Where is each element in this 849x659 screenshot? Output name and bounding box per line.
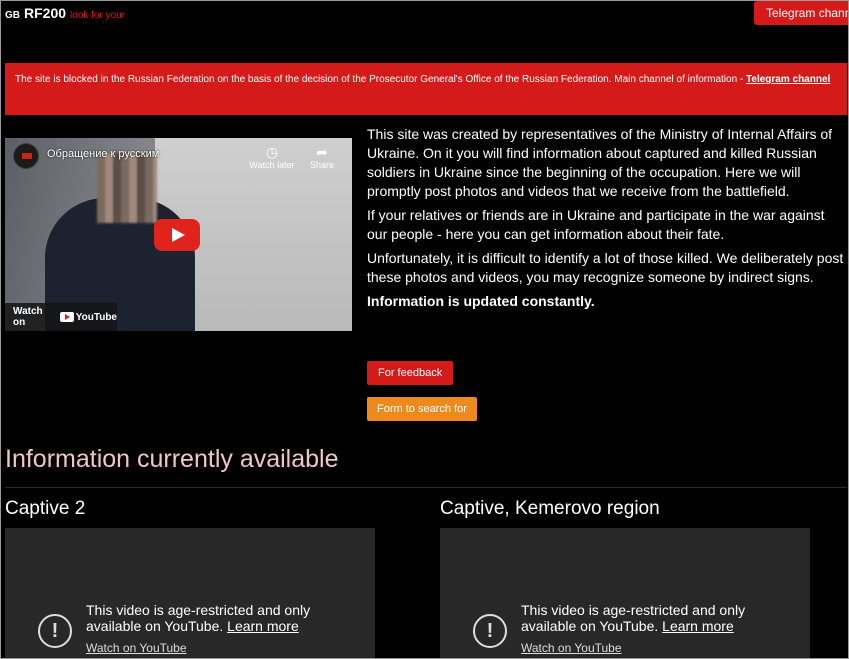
exclamation-icon: ! [38,614,72,648]
top-header: GB RF200 look for your Telegram channel [1,1,848,31]
age-restricted-message: This video is age-restricted and only av… [521,602,746,634]
share-arrow-icon: ➦ [316,144,328,160]
card-title-captive-2: Captive 2 [5,498,86,519]
watch-on-label: Watch on [13,306,43,328]
youtube-logo-icon: YouTube [59,311,117,323]
youtube-video-embed[interactable]: Обращение к русским ◷ Watch later ➦ Shar… [5,138,352,331]
channel-avatar-icon[interactable] [13,143,39,169]
share-control[interactable]: ➦ Share [297,144,347,170]
video-card-captive-2[interactable]: ! This video is age-restricted and only … [5,528,375,658]
site-logo-text[interactable]: RF200 [24,5,66,21]
language-flag[interactable]: GB [5,10,20,21]
telegram-channel-button[interactable]: Telegram channel [754,1,848,25]
section-divider [5,487,847,488]
age-restricted-message: This video is age-restricted and only av… [86,602,311,634]
blurred-face [97,153,157,223]
notice-telegram-link[interactable]: Telegram channel [746,74,830,85]
video-title[interactable]: Обращение к русским [47,148,159,160]
section-title: Information currently available [5,445,339,473]
intro-paragraph-2: If your relatives or friends are in Ukra… [367,207,825,242]
watch-later-label: Watch later [249,160,295,170]
notice-text: The site is blocked in the Russian Feder… [15,74,747,85]
learn-more-link[interactable]: Learn more [662,618,734,634]
watch-on-youtube-button[interactable]: Watch on YouTube [5,303,117,331]
exclamation-icon: ! [473,614,507,648]
watch-on-youtube-link[interactable]: Watch on YouTube [521,641,622,655]
card-title-captive-kemerovo: Captive, Kemerovo region [440,498,660,519]
update-note: Information is updated constantly. [367,293,595,309]
site-brand[interactable]: GB RF200 look for your [5,5,125,21]
blocked-notice-banner: The site is blocked in the Russian Feder… [5,63,847,115]
intro-paragraph-1: This site was created by representatives… [367,126,833,199]
clock-icon: ◷ [265,144,279,160]
play-button-icon[interactable] [154,219,200,251]
feedback-button[interactable]: For feedback [367,361,454,385]
search-form-button[interactable]: Form to search for [367,397,477,421]
intro-text: This site was created by representatives… [367,125,845,316]
intro-paragraph-3: Unfortunately, it is difficult to identi… [367,250,844,285]
youtube-logo-text: YouTube [75,311,117,323]
watch-later-control[interactable]: ◷ Watch later [247,144,297,170]
watch-on-youtube-link[interactable]: Watch on YouTube [86,641,187,655]
page-frame: GB RF200 look for your Telegram channel … [0,0,849,659]
video-card-captive-kemerovo[interactable]: ! This video is age-restricted and only … [440,528,810,658]
learn-more-link[interactable]: Learn more [227,618,299,634]
site-tagline: look for your [70,10,126,21]
share-label: Share [309,160,335,170]
